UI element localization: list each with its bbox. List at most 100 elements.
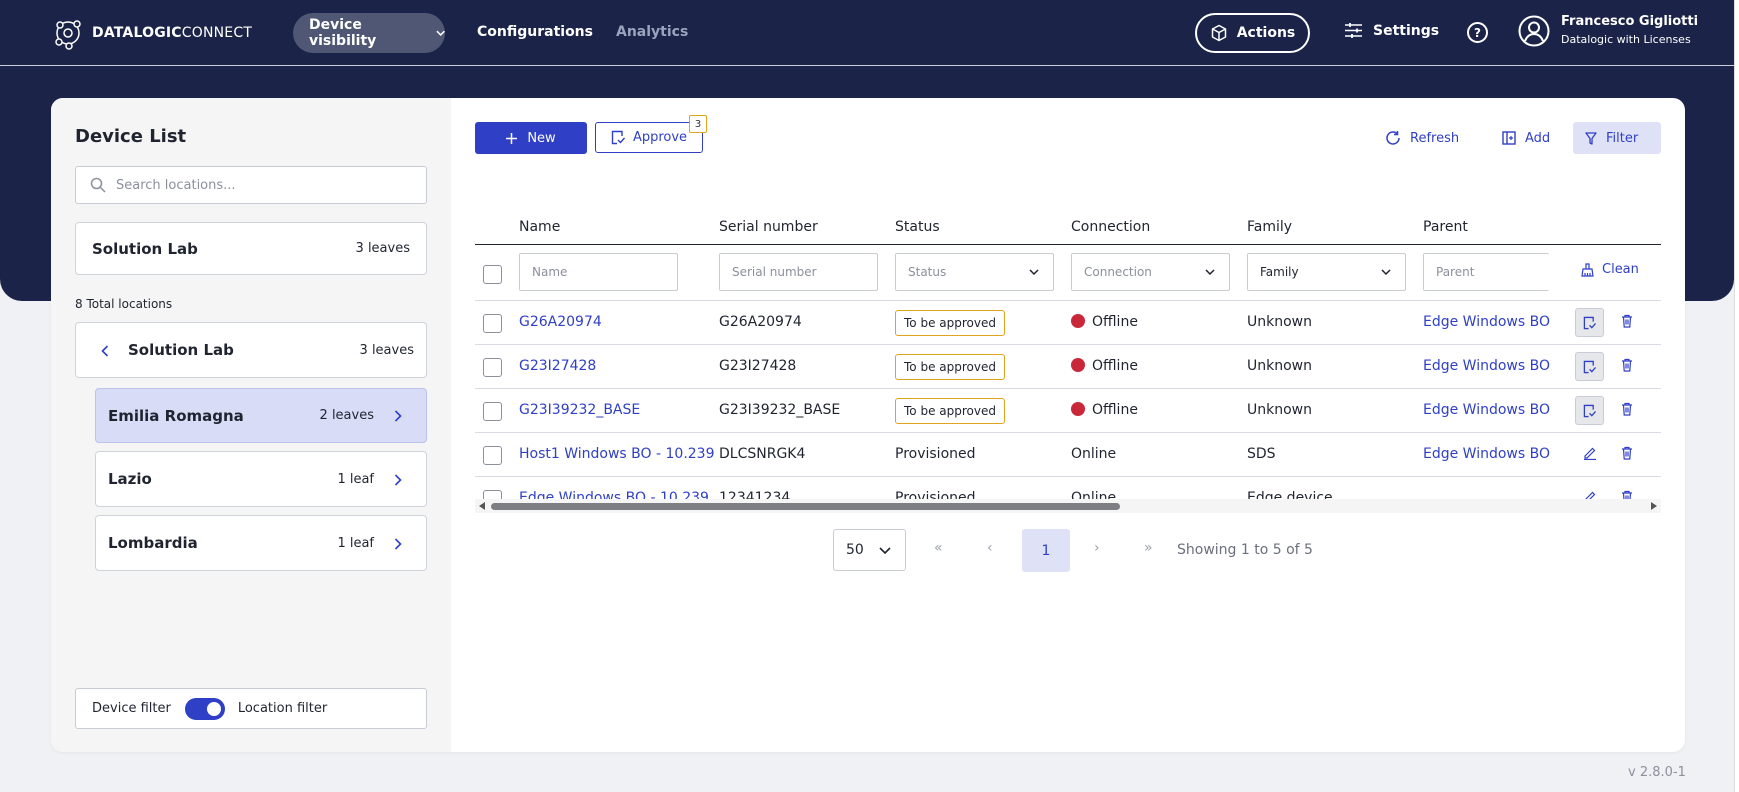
row-checkbox[interactable] (483, 358, 502, 377)
nav-analytics[interactable]: Analytics (616, 24, 688, 40)
actions-button[interactable]: Actions (1195, 13, 1310, 53)
trash-icon[interactable] (1621, 446, 1633, 460)
approve-device-button[interactable] (1575, 308, 1604, 337)
column-header-serial[interactable]: Serial number (719, 219, 818, 235)
family: Unknown (1247, 314, 1312, 330)
sidebar-item-label: Lazio (108, 470, 152, 488)
column-header-name[interactable]: Name (519, 219, 560, 235)
help-icon[interactable]: ? (1467, 22, 1488, 43)
status-badge: To be approved (895, 310, 1005, 336)
family: Unknown (1247, 358, 1312, 374)
device-name-link[interactable]: G26A20974 (519, 314, 602, 330)
location-search-input[interactable] (116, 177, 416, 193)
sidebar-item-lazio[interactable]: Lazio 1 leaf (95, 451, 427, 507)
column-header-family[interactable]: Family (1247, 219, 1292, 235)
nav-configurations[interactable]: Configurations (477, 24, 593, 40)
broom-icon (1581, 262, 1594, 277)
refresh-icon (1386, 131, 1400, 145)
parent-link[interactable]: Edge Windows BO (1423, 402, 1550, 418)
table-row[interactable]: Host1 Windows BO - 10.239.7 DLCSNRGK4 Pr… (475, 432, 1661, 476)
first-page-button[interactable]: « (934, 540, 943, 556)
row-checkbox[interactable] (483, 314, 502, 333)
device-name-link[interactable]: G23I27428 (519, 358, 596, 374)
parent-link[interactable]: Edge Windows BO (1423, 358, 1550, 374)
sidebar-item-label: Emilia Romagna (108, 406, 244, 425)
approve-document-icon (611, 130, 625, 145)
row-checkbox[interactable] (483, 446, 502, 465)
approve-document-icon (1583, 360, 1596, 373)
approve-device-button[interactable] (1575, 352, 1604, 381)
table-row[interactable]: G23I39232_BASE G23I39232_BASE To be appr… (475, 388, 1661, 432)
connection-label: Offline (1092, 358, 1138, 374)
name-filter-input[interactable]: Name (519, 253, 678, 291)
connection-filter-select[interactable]: Connection (1071, 253, 1230, 291)
chevron-right-icon[interactable] (394, 538, 402, 550)
scroll-left-arrow[interactable] (479, 502, 485, 510)
refresh-button[interactable]: Refresh (1373, 122, 1471, 154)
horizontal-scrollbar[interactable] (475, 499, 1661, 513)
device-filter-label: Device filter (92, 701, 171, 716)
pagination-info: Showing 1 to 5 of 5 (1177, 542, 1313, 558)
parent-filter-input[interactable]: Parent (1423, 253, 1549, 291)
location-filter-label: Location filter (237, 701, 328, 716)
new-button[interactable]: New (475, 122, 587, 154)
table-row[interactable]: Edge Windows BO - 10.239.7 12341234 Prov… (475, 476, 1661, 520)
previous-page-button[interactable]: ‹ (987, 540, 993, 556)
sidebar-item-lombardia[interactable]: Lombardia 1 leaf (95, 515, 427, 571)
user-avatar-icon[interactable] (1518, 15, 1550, 47)
add-column-icon (1502, 131, 1516, 145)
page-size-select[interactable]: 50 (833, 529, 906, 571)
add-column-button[interactable]: Add (1490, 122, 1562, 154)
sidebar-item-emilia-romagna[interactable]: Emilia Romagna 2 leaves (95, 388, 427, 443)
nav-device-visibility[interactable]: Device visibility (293, 13, 445, 53)
serial-number: G26A20974 (719, 314, 802, 330)
device-name-link[interactable]: Host1 Windows BO - 10.239.7 (519, 446, 714, 462)
connection-label: Online (1071, 446, 1117, 462)
device-name-link[interactable]: G23I39232_BASE (519, 402, 640, 418)
current-page[interactable]: 1 (1022, 529, 1070, 572)
next-page-button[interactable]: › (1094, 540, 1100, 556)
trash-icon[interactable] (1621, 358, 1633, 372)
location-current-card[interactable]: Solution Lab 3 leaves (75, 322, 427, 378)
family-filter-select[interactable]: Family (1247, 253, 1406, 291)
trash-icon[interactable] (1621, 402, 1633, 416)
brand-logo[interactable]: DATALOGICCONNECT (50, 16, 252, 50)
filter-mode-toggle-row: Device filter Location filter (75, 688, 427, 729)
status-filter-select[interactable]: Status (895, 253, 1054, 291)
connection-status: Offline (1071, 358, 1138, 374)
chevron-left-icon[interactable] (101, 345, 109, 357)
location-search[interactable] (75, 166, 427, 204)
row-checkbox[interactable] (483, 402, 502, 421)
chevron-down-icon (1381, 269, 1391, 275)
filter-button[interactable]: Filter (1573, 122, 1661, 154)
edit-pencil-icon[interactable] (1583, 446, 1597, 460)
column-header-parent[interactable]: Parent (1423, 219, 1468, 235)
scroll-thumb[interactable] (491, 503, 1120, 510)
approve-button[interactable]: Approve (595, 122, 703, 153)
table-row[interactable]: G23I27428 G23I27428 To be approved Offli… (475, 344, 1661, 388)
chevron-right-icon[interactable] (394, 410, 402, 422)
sliders-icon (1345, 23, 1362, 38)
location-current-count: 3 leaves (359, 343, 414, 358)
select-all-checkbox[interactable] (483, 265, 502, 284)
chevron-down-icon (1029, 269, 1039, 275)
filter-mode-toggle[interactable] (184, 697, 225, 720)
location-root-card[interactable]: Solution Lab 3 leaves (75, 222, 427, 275)
table-row[interactable]: G26A20974 G26A20974 To be approved Offli… (475, 300, 1661, 344)
last-page-button[interactable]: » (1144, 540, 1153, 556)
nav-device-visibility-label: Device visibility (309, 17, 377, 49)
column-header-connection[interactable]: Connection (1071, 219, 1150, 235)
serial-filter-input[interactable]: Serial number (719, 253, 878, 291)
clean-filters-button[interactable]: Clean (1581, 262, 1639, 277)
serial-filter-placeholder: Serial number (732, 265, 817, 279)
parent-link[interactable]: Edge Windows BO (1423, 446, 1550, 462)
user-name[interactable]: Francesco Gigliotti (1561, 14, 1698, 29)
approve-device-button[interactable] (1575, 396, 1604, 425)
parent-link[interactable]: Edge Windows BO (1423, 314, 1550, 330)
chevron-right-icon[interactable] (394, 474, 402, 486)
scroll-right-arrow[interactable] (1651, 502, 1657, 510)
column-header-status[interactable]: Status (895, 219, 940, 235)
trash-icon[interactable] (1621, 314, 1633, 328)
settings-button[interactable]: Settings (1344, 22, 1439, 39)
serial-number: G23I27428 (719, 358, 797, 374)
